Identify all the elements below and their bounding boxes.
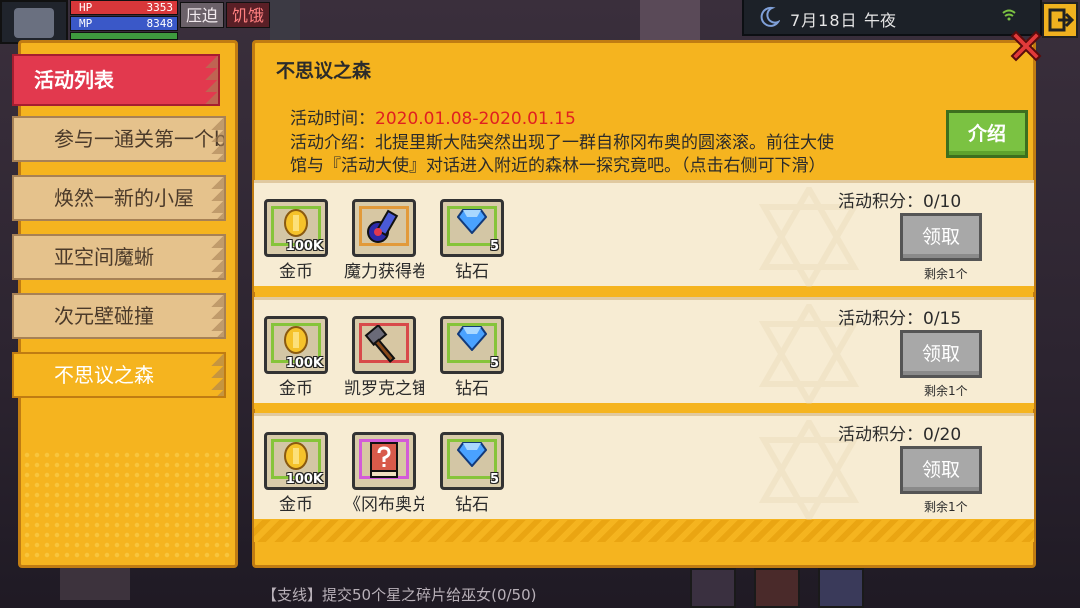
- quest-tracker[interactable]: 【支线】提交50个星之碎片给巫女(0/50): [262, 584, 536, 605]
- remaining-count: 剩余1个: [924, 267, 968, 281]
- menu-item-event-5[interactable]: 不思议之森: [12, 352, 226, 398]
- reward-name: 钻石: [455, 495, 489, 515]
- mp-value: 8348: [146, 17, 174, 30]
- reward-quantity: 100K: [285, 472, 323, 487]
- reward-quantity: 5: [489, 356, 499, 371]
- claim-button[interactable]: 领取: [900, 446, 982, 494]
- background-decoration: [640, 0, 700, 40]
- reward-slot[interactable]: 5: [440, 316, 504, 374]
- moon-icon: [760, 6, 780, 27]
- reward-slot[interactable]: 100K: [264, 199, 328, 257]
- menu-item-event-3[interactable]: 亚空间魔蜥: [12, 234, 226, 280]
- reward-quantity: 5: [489, 472, 499, 487]
- remaining-count: 剩余1个: [924, 384, 968, 398]
- gold-coin-icon: [284, 442, 308, 470]
- reward-slot[interactable]: [352, 199, 416, 257]
- diamond-icon: [457, 326, 487, 351]
- close-icon[interactable]: [1006, 26, 1046, 66]
- panel-footer-pattern: [254, 520, 1034, 542]
- reward-slot[interactable]: 5: [440, 432, 504, 490]
- reward-name: 《冈布奥兑: [344, 495, 424, 515]
- event-description-line1: 活动介绍：北提里斯大陆突然出现了一群自称冈布奥的圆滚滚。前往大使: [290, 133, 834, 153]
- mystery-book-icon: [370, 442, 398, 478]
- mp-label: MP: [79, 17, 93, 30]
- event-time: 活动时间：2020.01.08-2020.01.15: [290, 104, 576, 129]
- intro-button[interactable]: 介绍: [946, 110, 1028, 158]
- menu-item-event-1[interactable]: 参与一通关第一个b: [12, 116, 226, 162]
- reward-name: 钻石: [455, 262, 489, 282]
- reward-slot[interactable]: [352, 316, 416, 374]
- gold-coin-icon: [284, 209, 308, 237]
- event-points: 活动积分：0/15: [838, 309, 962, 329]
- quest-icon[interactable]: [754, 568, 800, 608]
- reward-name: 金币: [279, 495, 313, 515]
- claim-button[interactable]: 领取: [900, 330, 982, 378]
- avatar-face: [14, 8, 54, 38]
- menu-item-event-4[interactable]: 次元壁碰撞: [12, 293, 226, 339]
- event-points: 活动积分：0/10: [838, 192, 962, 212]
- event-time-label: 活动时间：: [290, 109, 375, 129]
- status-oppress-badge[interactable]: 压迫: [180, 2, 225, 28]
- menu-item-event-2[interactable]: 焕然一新的小屋: [12, 175, 226, 221]
- hammer-icon: [364, 325, 396, 363]
- gold-coin-icon: [284, 326, 308, 354]
- bag-icon[interactable]: [690, 568, 736, 608]
- sp-bar: [70, 32, 178, 40]
- reward-name: 金币: [279, 262, 313, 282]
- event-list-header[interactable]: 活动列表: [12, 54, 220, 106]
- date-label: 7月18日: [790, 11, 858, 30]
- reward-row: 100K 5 金币 《冈布奥兑 钻石 活动积分：0/20 领取 剩余1个: [254, 413, 1034, 525]
- scroll-icon: [367, 209, 399, 243]
- reward-slot[interactable]: 100K: [264, 316, 328, 374]
- reward-slot[interactable]: 5: [440, 199, 504, 257]
- signal-icon: [1002, 9, 1016, 21]
- bottom-toolbar: [690, 568, 930, 608]
- reward-slot[interactable]: 100K: [264, 432, 328, 490]
- reward-quantity: 5: [489, 239, 499, 254]
- panel-pattern: [22, 450, 232, 562]
- exit-button[interactable]: [1042, 2, 1078, 38]
- hud-extra-slot: [270, 0, 300, 40]
- hp-bar: HP 3353: [70, 0, 178, 15]
- reward-quantity: 100K: [285, 356, 323, 371]
- reward-name: 钻石: [455, 379, 489, 399]
- hp-value: 3353: [146, 1, 174, 14]
- reward-row: 100K 5 金币 凯罗克之锤 钻石 活动积分：0/15 领取 剩余1个: [254, 297, 1034, 409]
- stat-bars: HP 3353 MP 8348: [70, 0, 178, 41]
- event-title: 不思议之森: [276, 60, 372, 82]
- diamond-icon: [457, 209, 487, 234]
- player-avatar[interactable]: [0, 0, 68, 44]
- diamond-icon: [457, 442, 487, 467]
- hp-label: HP: [79, 1, 93, 14]
- date-time-panel: 7月18日 午夜: [742, 0, 1042, 36]
- reward-name: 金币: [279, 379, 313, 399]
- time-label: 午夜: [864, 11, 897, 30]
- reward-name: 凯罗克之锤: [344, 379, 424, 399]
- claim-button[interactable]: 领取: [900, 213, 982, 261]
- mp-bar: MP 8348: [70, 16, 178, 31]
- reward-quantity: 100K: [285, 239, 323, 254]
- remaining-count: 剩余1个: [924, 500, 968, 514]
- event-points: 活动积分：0/20: [838, 425, 962, 445]
- reward-name: 魔力获得卷轴: [344, 262, 424, 282]
- event-description-line2: 馆与『活动大使』对话进入附近的森林一探究竟吧。（点击右侧可下滑）: [290, 156, 826, 176]
- reward-slot[interactable]: [352, 432, 416, 490]
- emblem-icon[interactable]: [818, 568, 864, 608]
- status-hunger-badge[interactable]: 饥饿: [226, 2, 271, 28]
- reward-row: 100K 5 金币 魔力获得卷轴 钻石 活动积分：0/10 领取 剩余1个: [254, 180, 1034, 292]
- event-time-value: 2020.01.08-2020.01.15: [375, 109, 576, 129]
- exit-icon: [1048, 8, 1075, 32]
